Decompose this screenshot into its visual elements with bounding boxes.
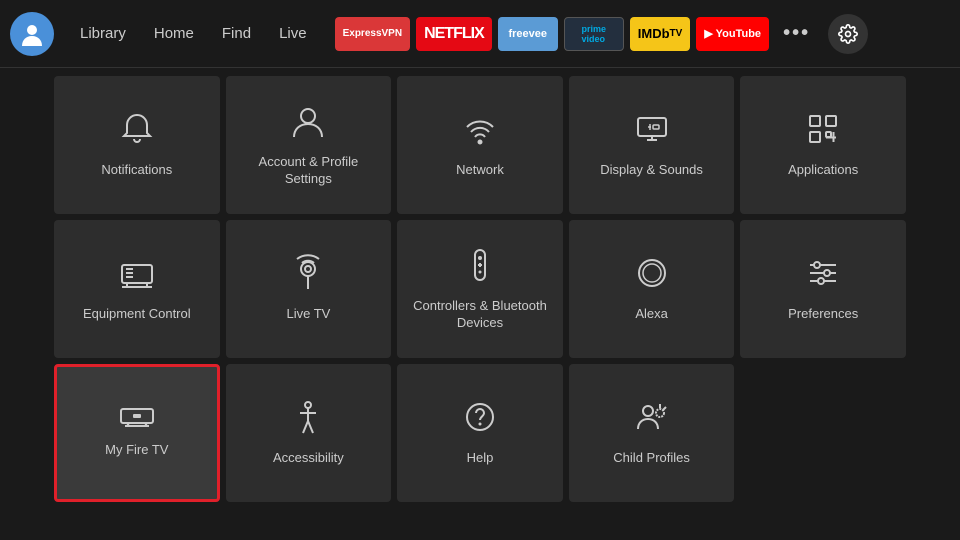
tile-equipment-label: Equipment Control	[83, 306, 191, 323]
tile-childprofiles[interactable]: Child Profiles	[569, 364, 735, 502]
tile-help[interactable]: Help	[397, 364, 563, 502]
remote-icon	[462, 247, 498, 288]
nav-home[interactable]: Home	[140, 17, 208, 50]
tile-applications-label: Applications	[788, 162, 858, 179]
tile-controllers-label: Controllers & Bluetooth Devices	[405, 298, 555, 332]
tile-account[interactable]: Account & Profile Settings	[226, 76, 392, 214]
tile-alexa[interactable]: Alexa	[569, 220, 735, 358]
tile-childprofiles-label: Child Profiles	[613, 450, 690, 467]
tile-notifications[interactable]: Notifications	[54, 76, 220, 214]
tile-myfiretv[interactable]: My Fire TV	[54, 364, 220, 502]
tile-accessibility-label: Accessibility	[273, 450, 344, 467]
apps-icon	[805, 111, 841, 152]
settings-grid-container: Notifications Account & Profile Settings	[0, 68, 960, 510]
tile-livetv[interactable]: Live TV	[226, 220, 392, 358]
sliders-icon	[805, 255, 841, 296]
nav-links: Library Home Find Live	[66, 17, 321, 50]
avatar[interactable]	[10, 12, 54, 56]
tile-preferences[interactable]: Preferences	[740, 220, 906, 358]
empty-cell	[740, 364, 906, 502]
tile-display[interactable]: Display & Sounds	[569, 76, 735, 214]
app-expressvpn[interactable]: ExpressVPN	[335, 17, 410, 51]
app-prime[interactable]: primevideo	[564, 17, 624, 51]
topnav: Library Home Find Live ExpressVPN NETFLI…	[0, 0, 960, 68]
app-icons: ExpressVPN NETFLIX freevee primevideo IM…	[335, 14, 950, 54]
firetv-icon	[119, 407, 155, 432]
tile-preferences-label: Preferences	[788, 306, 858, 323]
wifi-icon	[462, 111, 498, 152]
tile-network[interactable]: Network	[397, 76, 563, 214]
nav-live[interactable]: Live	[265, 17, 321, 50]
tile-account-label: Account & Profile Settings	[234, 154, 384, 188]
tv-icon	[119, 255, 155, 296]
antenna-icon	[290, 255, 326, 296]
tile-display-label: Display & Sounds	[600, 162, 703, 179]
accessibility-icon	[290, 399, 326, 440]
childprofiles-icon	[634, 399, 670, 440]
bell-icon	[119, 111, 155, 152]
help-icon	[462, 399, 498, 440]
app-imdb[interactable]: IMDbTV	[630, 17, 691, 51]
app-freevee[interactable]: freevee	[498, 17, 558, 51]
tile-myfiretv-label: My Fire TV	[105, 442, 168, 459]
tile-controllers[interactable]: Controllers & Bluetooth Devices	[397, 220, 563, 358]
tile-help-label: Help	[467, 450, 494, 467]
settings-button[interactable]	[828, 14, 868, 54]
more-apps-button[interactable]: •••	[775, 17, 818, 51]
display-icon	[634, 111, 670, 152]
tile-equipment[interactable]: Equipment Control	[54, 220, 220, 358]
settings-grid: Notifications Account & Profile Settings	[54, 76, 906, 502]
tile-accessibility[interactable]: Accessibility	[226, 364, 392, 502]
nav-library[interactable]: Library	[66, 17, 140, 50]
tile-alexa-label: Alexa	[635, 306, 668, 323]
tile-applications[interactable]: Applications	[740, 76, 906, 214]
tile-network-label: Network	[456, 162, 504, 179]
app-youtube[interactable]: ▶ YouTube	[696, 17, 769, 51]
person-icon	[290, 103, 326, 144]
app-netflix[interactable]: NETFLIX	[416, 17, 492, 51]
tile-notifications-label: Notifications	[101, 162, 172, 179]
alexa-icon	[634, 255, 670, 296]
tile-livetv-label: Live TV	[286, 306, 330, 323]
nav-find[interactable]: Find	[208, 17, 265, 50]
